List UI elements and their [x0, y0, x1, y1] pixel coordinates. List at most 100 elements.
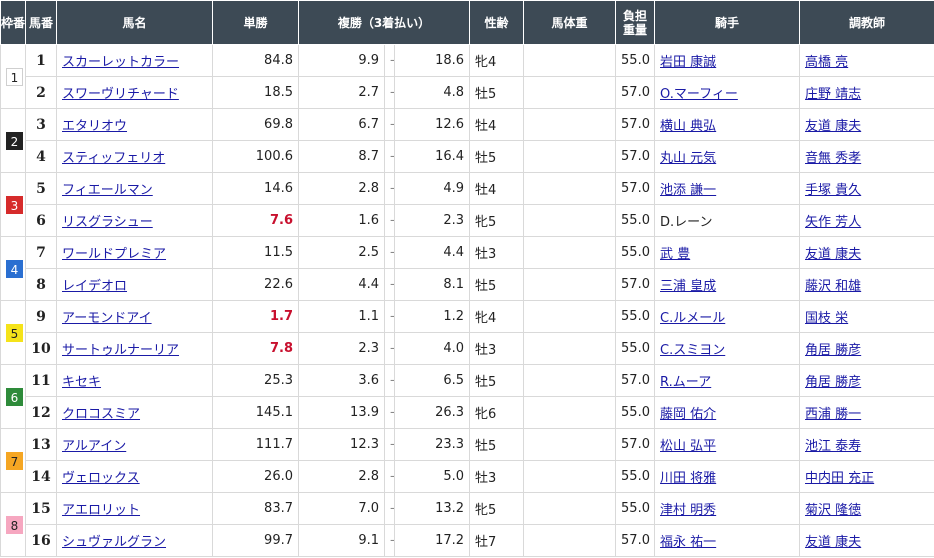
trainer-cell: 角居 勝彦 — [799, 364, 934, 397]
trainer-link[interactable]: 角居 勝彦 — [805, 343, 861, 358]
place-odds-max: 4.4 — [393, 236, 471, 269]
horse-name-link[interactable]: アエロリット — [62, 503, 140, 518]
trainer-link[interactable]: 西浦 勝一 — [805, 407, 861, 422]
carried-weight: 55.0 — [615, 236, 656, 269]
win-odds: 14.6 — [212, 172, 299, 205]
sex-age: 牡3 — [469, 236, 525, 269]
jockey-cell: 丸山 元気 — [654, 140, 801, 173]
carried-weight: 57.0 — [615, 524, 656, 557]
place-odds-max: 4.0 — [393, 332, 471, 365]
horse-name-link[interactable]: フィエールマン — [62, 183, 153, 198]
body-weight — [523, 396, 617, 429]
win-odds: 7.8 — [212, 332, 299, 365]
jockey-link[interactable]: 川田 将雅 — [660, 471, 716, 486]
carried-weight: 55.0 — [615, 204, 656, 237]
trainer-link[interactable]: 音無 秀孝 — [805, 151, 861, 166]
body-weight — [523, 236, 617, 269]
jockey-link[interactable]: 岩田 康誠 — [660, 55, 716, 70]
jockey-cell: C.スミヨン — [654, 332, 801, 365]
horse-name-link[interactable]: エタリオウ — [62, 119, 127, 134]
horse-name-link[interactable]: スワーヴリチャード — [62, 87, 179, 102]
jockey-link[interactable]: 津村 明秀 — [660, 503, 716, 518]
jockey-link[interactable]: C.スミヨン — [660, 343, 725, 358]
place-odds-max: 1.2 — [393, 300, 471, 333]
jockey-cell: 藤岡 佑介 — [654, 396, 801, 429]
waku-cell: 2 — [0, 108, 26, 173]
trainer-link[interactable]: 池江 泰寿 — [805, 439, 861, 454]
body-weight — [523, 172, 617, 205]
sex-age: 牡5 — [469, 268, 525, 301]
race-entries-table: 枠番 馬番 馬名 単勝 複勝（3着払い） 性齢 馬体重 負担 重量 騎手 調教師… — [0, 0, 934, 557]
horse-name-link[interactable]: クロコスミア — [62, 407, 140, 422]
trainer-link[interactable]: 藤沢 和雄 — [805, 279, 861, 294]
trainer-link[interactable]: 中内田 充正 — [805, 471, 874, 486]
waku-badge: 2 — [6, 131, 23, 150]
jockey-link[interactable]: 丸山 元気 — [660, 151, 716, 166]
horse-name-link[interactable]: スティッフェリオ — [62, 151, 165, 166]
header-horse-name: 馬名 — [56, 0, 213, 45]
jockey-link[interactable]: 松山 弘平 — [660, 439, 716, 454]
horse-name-cell: エタリオウ — [56, 108, 213, 141]
sex-age: 牡5 — [469, 428, 525, 461]
jockey-link[interactable]: R.ムーア — [660, 375, 711, 390]
table-row: 2 3 エタリオウ 69.8 6.7-12.6 牡4 57.0 横山 典弘 友道 康夫 — [0, 108, 934, 173]
waku-cell: 8 — [0, 492, 26, 557]
horse-name-link[interactable]: ワールドプレミア — [62, 247, 166, 262]
table-row: 7 13 アルアイン 111.7 12.3-23.3 牡5 57.0 松山 弘平 池江 泰寿 — [0, 428, 934, 493]
horse-name-link[interactable]: アルアイン — [62, 439, 126, 454]
trainer-link[interactable]: 菊沢 隆徳 — [805, 503, 861, 518]
jockey-cell: D.レーン — [654, 204, 801, 237]
horse-name-link[interactable]: シュヴァルグラン — [62, 535, 166, 550]
horse-name-link[interactable]: レイデオロ — [62, 279, 127, 294]
jockey-link[interactable]: 福永 祐一 — [660, 535, 716, 550]
place-odds-min: 2.5 — [298, 236, 385, 269]
horse-name-link[interactable]: サートゥルナーリア — [62, 343, 179, 358]
horse-name-link[interactable]: リスグラシュー — [62, 215, 153, 230]
win-odds: 111.7 — [212, 428, 299, 461]
trainer-link[interactable]: 国枝 栄 — [805, 311, 848, 326]
horse-name-link[interactable]: スカーレットカラー — [62, 55, 179, 70]
table-row: 4 7 ワールドプレミア 11.5 2.5-4.4 牡3 55.0 武 豊友道 康夫 — [0, 236, 934, 301]
trainer-link[interactable]: 庄野 靖志 — [805, 87, 861, 102]
jockey-cell: 松山 弘平 — [654, 428, 801, 461]
sex-age: 牡3 — [469, 460, 525, 493]
sex-age: 牡5 — [469, 76, 525, 109]
trainer-link[interactable]: 友道 康夫 — [805, 247, 861, 262]
horse-number: 13 — [25, 428, 57, 461]
place-odds-min: 2.8 — [298, 172, 385, 205]
jockey-link[interactable]: 三浦 皇成 — [660, 279, 716, 294]
trainer-link[interactable]: 矢作 芳人 — [805, 215, 861, 230]
horse-name-link[interactable]: ヴェロックス — [62, 471, 140, 486]
place-odds-min: 8.7 — [298, 140, 385, 173]
horse-name-link[interactable]: アーモンドアイ — [62, 311, 152, 326]
body-weight — [523, 492, 617, 525]
trainer-link[interactable]: 高橋 亮 — [805, 55, 848, 70]
sex-age: 牝4 — [469, 44, 525, 77]
jockey-link[interactable]: O.マーフィー — [660, 87, 738, 102]
trainer-link[interactable]: 友道 康夫 — [805, 535, 861, 550]
jockey-cell: 武 豊 — [654, 236, 801, 269]
trainer-link[interactable]: 手塚 貴久 — [805, 183, 861, 198]
place-odds-separator: - — [384, 44, 395, 77]
horse-number: 8 — [25, 268, 57, 301]
carried-weight: 57.0 — [615, 140, 656, 173]
trainer-link[interactable]: 友道 康夫 — [805, 119, 861, 134]
place-odds-max: 18.6 — [393, 44, 471, 77]
jockey-link[interactable]: 池添 謙一 — [660, 183, 716, 198]
horse-name-cell: アエロリット — [56, 492, 213, 525]
horse-name-cell: スカーレットカラー — [56, 44, 213, 77]
trainer-link[interactable]: 角居 勝彦 — [805, 375, 861, 390]
jockey-link[interactable]: C.ルメール — [660, 311, 725, 326]
jockey-link[interactable]: 武 豊 — [660, 247, 690, 262]
carried-weight: 57.0 — [615, 268, 656, 301]
jockey-link[interactable]: 藤岡 佑介 — [660, 407, 716, 422]
place-odds-separator: - — [384, 140, 395, 173]
body-weight — [523, 204, 617, 237]
horse-name-link[interactable]: キセキ — [62, 375, 101, 390]
body-weight — [523, 76, 617, 109]
jockey-link[interactable]: 横山 典弘 — [660, 119, 716, 134]
waku-cell: 1 — [0, 44, 26, 109]
horse-number: 5 — [25, 172, 57, 205]
horse-number: 16 — [25, 524, 57, 557]
sex-age: 牡4 — [469, 172, 525, 205]
